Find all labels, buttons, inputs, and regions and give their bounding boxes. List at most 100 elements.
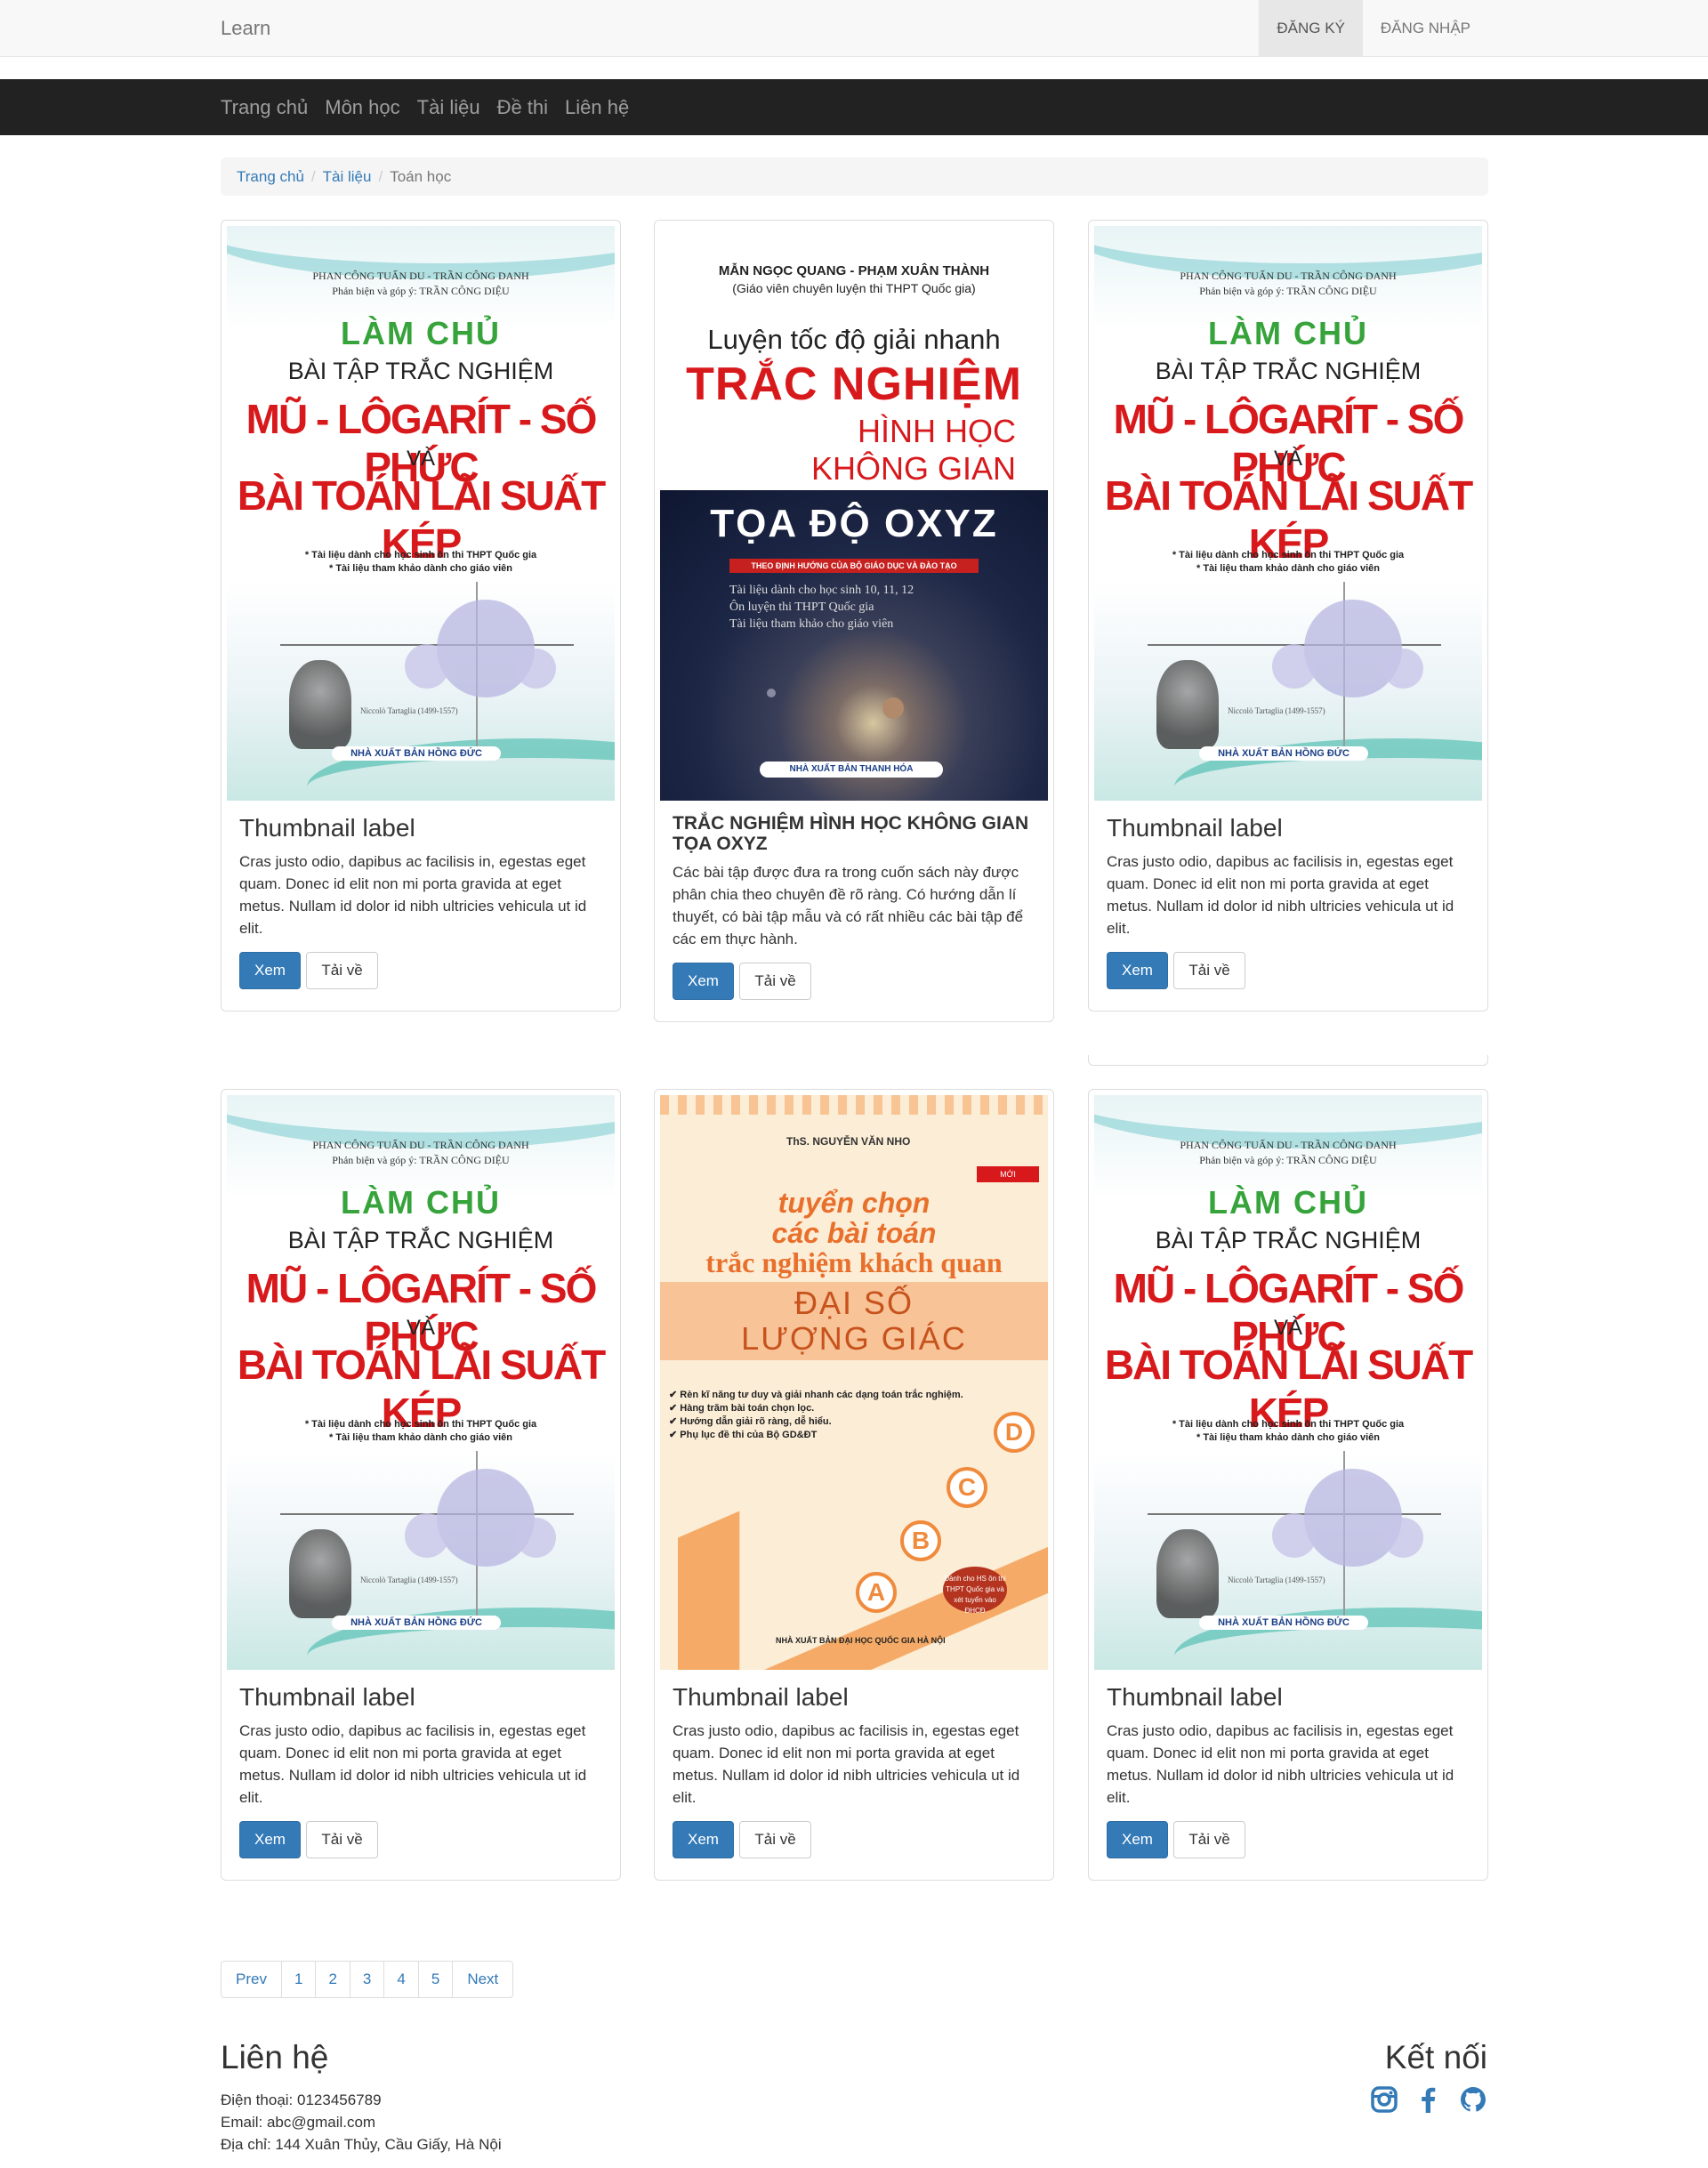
facebook-icon[interactable] (1414, 2085, 1443, 2114)
cover-caption: Niccolò Tartaglia (1499-1557) (1228, 706, 1325, 715)
nav-item-contact[interactable]: Liên hệ (565, 79, 629, 135)
document-card: PHAN CÔNG TUẤN DU - TRẦN CÔNG DANH Phản b… (1088, 220, 1488, 1011)
breadcrumb-documents[interactable]: Tài liệu (323, 168, 372, 186)
cover-subtitle: trắc nghiệm khách quan (705, 1246, 1003, 1278)
login-link[interactable]: ĐĂNG NHẬP (1363, 0, 1488, 56)
pagination-next[interactable]: Next (452, 1961, 514, 1998)
cover-subtitle: HÌNH HỌC KHÔNG GIAN (810, 413, 1016, 487)
cover-new-badge: MỚI (977, 1166, 1039, 1182)
portrait-illustration (289, 1529, 351, 1618)
download-button[interactable]: Tải về (1173, 951, 1245, 989)
cover-notes: * Tài liệu dành cho học sinh ôn thi THPT… (1172, 1419, 1405, 1443)
cover-notes: * Tài liệu dành cho học sinh ôn thi THPT… (304, 1419, 537, 1443)
cover-line-1: Luyện tốc độ giải nhanh (707, 324, 1001, 355)
footer-connect-title: Kết nối (1384, 2039, 1487, 2075)
card-description: Cras justo odio, dapibus ac facilisis in… (239, 1721, 587, 1806)
breadcrumb-separator: / (310, 167, 316, 185)
download-button[interactable]: Tải về (306, 951, 378, 989)
view-button[interactable]: Xem (239, 1820, 301, 1858)
portrait-illustration (289, 660, 351, 749)
card-caption: Thumbnail label Cras justo odio, dapibus… (227, 1670, 615, 1874)
cover-publisher: NHÀ XUẤT BẢN HỒNG ĐỨC (1199, 746, 1368, 761)
view-button[interactable]: Xem (1107, 1820, 1168, 1858)
cover-and: VÀ (1273, 1316, 1302, 1340)
card-caption: TRẮC NGHIỆM HÌNH HỌC KHÔNG GIAN TỌA OXYZ… (660, 801, 1048, 1016)
card-description: Cras justo odio, dapibus ac facilisis in… (1107, 1721, 1454, 1806)
cover-author: ThS. NGUYỄN VĂN NHO (786, 1135, 911, 1148)
breadcrumb-current: Toán học (390, 167, 452, 185)
card-title: Thumbnail label (1107, 1683, 1283, 1711)
footer-email: Email: abc@gmail.com (221, 2114, 376, 2131)
breadcrumb-separator: / (378, 167, 383, 185)
github-icon[interactable] (1459, 2085, 1487, 2114)
cover-oxyz: TỌA ĐỘ OXYZ (710, 502, 998, 545)
card-description: Các bài tập được đưa ra trong cuốn sách … (673, 864, 1024, 948)
cover-subtitle: BÀI TẬP TRẮC NGHIỆM (1155, 1227, 1422, 1253)
nav-item-home[interactable]: Trang chủ (221, 79, 308, 135)
cover-caption: Niccolò Tartaglia (1499-1557) (360, 1576, 458, 1584)
view-button[interactable]: Xem (1107, 951, 1168, 989)
view-button[interactable]: Xem (673, 1820, 734, 1858)
nav-item-exams[interactable]: Đề thi (497, 79, 548, 135)
cover-authors: MẪN NGỌC QUANG - PHẠM XUÂN THÀNH (718, 263, 990, 278)
download-button[interactable]: Tải về (739, 1820, 811, 1858)
cover-notes: * Tài liệu dành cho học sinh ôn thi THPT… (304, 550, 537, 574)
view-button[interactable]: Xem (673, 963, 734, 1001)
pagination-page-1[interactable]: 1 (280, 1961, 317, 1998)
view-button[interactable]: Xem (239, 951, 301, 989)
download-button[interactable]: Tải về (306, 1820, 378, 1858)
cover-title: LÀM CHỦ (1208, 1184, 1368, 1221)
footer-address: Địa chỉ: 144 Xuân Thủy, Cầu Giấy, Hà Nội (221, 2136, 502, 2153)
breadcrumb-home[interactable]: Trang chủ (237, 168, 304, 186)
auth-links: ĐĂNG KÝ ĐĂNG NHẬP (1259, 0, 1488, 56)
breadcrumb: Trang chủ / Tài liệu / Toán học (221, 157, 1488, 196)
document-card: MẪN NGỌC QUANG - PHẠM XUÂN THÀNH (Giáo v… (654, 220, 1054, 1023)
cover-subtitle: BÀI TẬP TRẮC NGHIỆM (287, 358, 554, 384)
pagination-page-2[interactable]: 2 (315, 1961, 350, 1998)
cover-band: THEO ĐỊNH HƯỚNG CỦA BỘ GIÁO DỤC VÀ ĐÀO T… (729, 559, 979, 573)
brand-logo[interactable]: Learn (221, 0, 270, 56)
card-title: Thumbnail label (239, 1683, 415, 1711)
cover-title: LÀM CHỦ (341, 1184, 501, 1221)
book-cover-image[interactable]: PHAN CÔNG TUẤN DU - TRẦN CÔNG DANH Phản b… (1094, 1095, 1482, 1670)
footer-connect: Kết nối (1370, 2039, 1487, 2114)
card-title: TRẮC NGHIỆM HÌNH HỌC KHÔNG GIAN TỌA OXYZ (673, 813, 1029, 855)
cover-authors: PHAN CÔNG TUẤN DU - TRẦN CÔNG DANH Phản b… (1180, 1139, 1397, 1166)
cover-subtitle: BÀI TẬP TRẮC NGHIỆM (287, 1227, 554, 1253)
pagination-prev[interactable]: Prev (221, 1961, 282, 1998)
nav-item-subjects[interactable]: Môn học (325, 79, 399, 135)
download-button[interactable]: Tải về (1173, 1820, 1245, 1858)
card-title: Thumbnail label (1107, 814, 1283, 842)
card-caption: Thumbnail label Cras justo odio, dapibus… (227, 801, 615, 1005)
portrait-illustration (1156, 660, 1219, 749)
cover-and: VÀ (1273, 447, 1302, 471)
cover-topic: ĐẠI SỐ LƯỢNG GIÁC (741, 1285, 967, 1357)
pagination-page-3[interactable]: 3 (349, 1961, 385, 1998)
nav-item-documents[interactable]: Tài liệu (417, 79, 480, 135)
cover-authors: PHAN CÔNG TUẤN DU - TRẦN CÔNG DANH Phản b… (1180, 270, 1397, 297)
cover-subtitle: BÀI TẬP TRẮC NGHIỆM (1155, 358, 1422, 384)
pagination-page-5[interactable]: 5 (417, 1961, 454, 1998)
document-card: PHAN CÔNG TUẤN DU - TRẦN CÔNG DANH Phản b… (221, 1089, 621, 1881)
cover-and: VÀ (406, 447, 435, 471)
cover-authors: PHAN CÔNG TUẤN DU - TRẦN CÔNG DANH Phản b… (312, 270, 529, 297)
document-card: PHAN CÔNG TUẤN DU - TRẦN CÔNG DANH Phản b… (221, 220, 621, 1011)
pagination-page-4[interactable]: 4 (383, 1961, 419, 1998)
cover-title: LÀM CHỦ (1208, 315, 1368, 351)
footer-contact: Liên hệ Điện thoại: 0123456789 Email: ab… (221, 2039, 502, 2156)
answer-letter: D (994, 1412, 1035, 1453)
cover-caption: Niccolò Tartaglia (1499-1557) (360, 706, 458, 715)
card-caption: Thumbnail label Cras justo odio, dapibus… (660, 1670, 1048, 1874)
book-cover-image[interactable]: ThS. NGUYỄN VĂN NHO MỚI tuyển chọn các bà… (660, 1095, 1048, 1670)
download-button[interactable]: Tải về (739, 963, 811, 1001)
cover-publisher: NHÀ XUẤT BẢN HỒNG ĐỨC (1199, 1616, 1368, 1630)
book-cover-image[interactable]: MẪN NGỌC QUANG - PHẠM XUÂN THÀNH (Giáo v… (660, 226, 1048, 801)
card-title: Thumbnail label (673, 1683, 849, 1711)
book-cover-image[interactable]: PHAN CÔNG TUẤN DU - TRẦN CÔNG DANH Phản b… (227, 1095, 615, 1670)
cover-authors-sub: (Giáo viên chuyên luyện thi THPT Quốc gi… (732, 281, 976, 295)
register-link[interactable]: ĐĂNG KÝ (1259, 0, 1363, 56)
book-cover-image[interactable]: PHAN CÔNG TUẤN DU - TRẦN CÔNG DANH Phản b… (227, 226, 615, 801)
book-cover-image[interactable]: PHAN CÔNG TUẤN DU - TRẦN CÔNG DANH Phản b… (1094, 226, 1482, 801)
cover-title: tuyển chọn các bài toán (771, 1187, 937, 1249)
instagram-icon[interactable] (1370, 2085, 1398, 2114)
